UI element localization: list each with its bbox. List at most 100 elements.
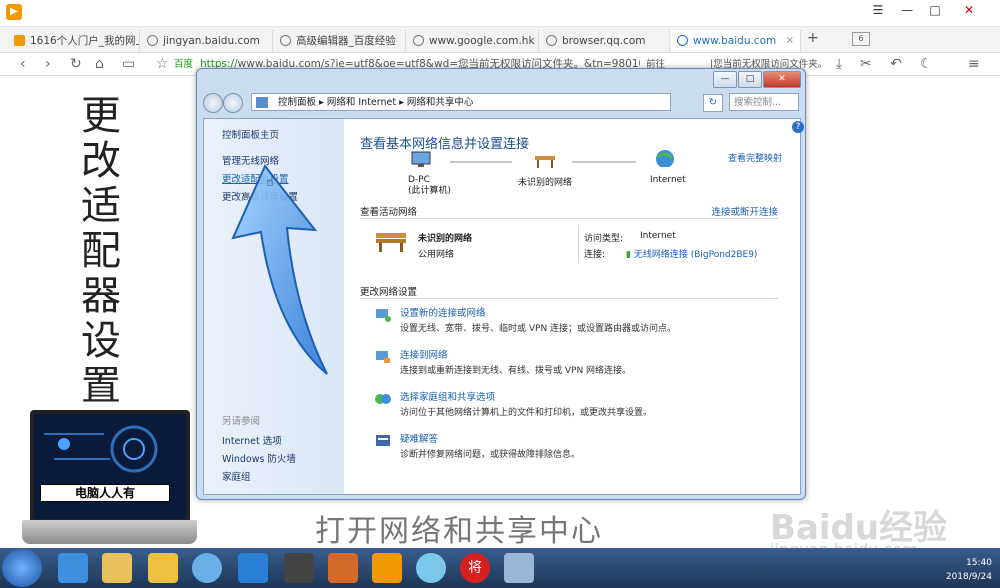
control-panel-icon bbox=[256, 97, 268, 108]
video-icon[interactable] bbox=[284, 553, 314, 583]
new-tab-button[interactable]: + bbox=[807, 30, 819, 46]
minimize-button[interactable]: — bbox=[893, 2, 921, 20]
new-connection-icon bbox=[376, 309, 391, 322]
connect-disconnect-link[interactable]: 连接或断开连接 bbox=[711, 204, 778, 218]
tab-label: jingyan.baidu.com bbox=[163, 35, 260, 47]
cut-icon[interactable]: ✂ bbox=[860, 55, 872, 73]
favorite-icon[interactable]: ☆ bbox=[156, 55, 169, 73]
search-input[interactable]: 搜索控制... bbox=[729, 93, 799, 111]
network-panel-icon[interactable] bbox=[504, 553, 534, 583]
maximize-button[interactable]: □ bbox=[921, 2, 949, 20]
tab-label: browser.qq.com bbox=[562, 35, 646, 47]
browser-logo-icon: ▶ bbox=[6, 4, 22, 20]
orange-app-icon bbox=[14, 35, 25, 46]
tab-google[interactable]: www.google.com.hk bbox=[407, 30, 539, 52]
browser-e-icon[interactable] bbox=[238, 553, 268, 583]
title-char: 适 bbox=[81, 183, 121, 229]
globe-icon bbox=[147, 35, 158, 46]
globe-icon bbox=[280, 35, 291, 46]
menu-button[interactable]: ☰ bbox=[864, 2, 892, 20]
tray-chess-icon[interactable]: 将 bbox=[460, 553, 490, 583]
download-icon[interactable]: ⤓ bbox=[836, 55, 842, 73]
task-new-connection[interactable]: 设置新的连接或网络 bbox=[400, 305, 486, 319]
forward-icon[interactable]: › bbox=[45, 55, 51, 73]
crumb-network-internet[interactable]: 网络和 Internet bbox=[327, 97, 396, 108]
app-icon[interactable] bbox=[416, 553, 446, 583]
tab-baidu[interactable]: www.baidu.com × bbox=[671, 30, 801, 52]
network-type: 公用网络 bbox=[418, 250, 455, 260]
folder-icon[interactable] bbox=[102, 553, 132, 583]
title-char: 改 bbox=[81, 138, 121, 184]
node-internet[interactable]: Internet bbox=[650, 175, 686, 185]
node-pc[interactable]: D-PC (此计算机) bbox=[408, 175, 451, 197]
back-icon[interactable]: ‹ bbox=[20, 55, 26, 73]
tab-label: 1616个人门户_我的网上第 bbox=[30, 35, 139, 47]
refresh-icon[interactable]: ↻ bbox=[703, 94, 723, 112]
media-icon[interactable] bbox=[192, 553, 222, 583]
help-icon[interactable]: ? bbox=[792, 121, 804, 133]
start-button[interactable] bbox=[2, 549, 42, 587]
sidebar-item-internet-options[interactable]: Internet 选项 bbox=[222, 433, 282, 447]
undo-icon[interactable]: ↶ bbox=[890, 55, 902, 73]
task-connect-network[interactable]: 连接到网络 bbox=[400, 347, 448, 361]
sidebar-item-home[interactable]: 控制面板主页 bbox=[222, 127, 279, 141]
tab-qq[interactable]: browser.qq.com bbox=[540, 30, 670, 52]
window-maximize-button[interactable]: □ bbox=[738, 71, 762, 88]
clock-date: 2018/9/24 bbox=[945, 572, 992, 582]
tab-close-icon[interactable]: × bbox=[786, 30, 794, 52]
tab-1616[interactable]: 1616个人门户_我的网上第 bbox=[8, 30, 140, 52]
connection-label: 连接: bbox=[584, 250, 606, 260]
tab-jingyan[interactable]: jingyan.baidu.com bbox=[141, 30, 273, 52]
map-connector bbox=[572, 161, 636, 163]
bench-icon bbox=[376, 233, 406, 252]
tab-label: www.baidu.com bbox=[693, 35, 777, 47]
reader-icon[interactable]: ▭ bbox=[122, 55, 135, 73]
task-troubleshoot-desc: 诊断并修复网络问题，或获得故障排除信息。 bbox=[400, 450, 581, 460]
tab-editor[interactable]: 高级编辑器_百度经验 bbox=[274, 30, 406, 52]
full-map-link[interactable]: 查看完整映射 bbox=[728, 151, 782, 164]
forward-arrow-icon[interactable] bbox=[223, 93, 243, 113]
back-arrow-icon[interactable] bbox=[203, 93, 223, 113]
player-icon[interactable] bbox=[372, 553, 402, 583]
home-icon[interactable]: ⌂ bbox=[95, 55, 104, 73]
crumb-network-center[interactable]: 网络和共享中心 bbox=[407, 97, 474, 108]
tab-count-badge[interactable]: 6 bbox=[852, 32, 870, 46]
divider bbox=[578, 225, 579, 263]
clock[interactable]: 15:40 2018/9/24 bbox=[930, 556, 992, 584]
notes-icon[interactable] bbox=[148, 553, 178, 583]
paint-icon[interactable] bbox=[328, 553, 358, 583]
caption-text: 打开网络和共享中心 bbox=[315, 514, 603, 549]
ie-icon[interactable] bbox=[58, 553, 88, 583]
pointer-arrow-graphic bbox=[231, 164, 328, 375]
wireless-connection-link[interactable]: ▮ 无线网络连接 (BigPond2BE9) bbox=[626, 247, 757, 260]
node-pc-sub: (此计算机) bbox=[408, 186, 452, 196]
crumb-control-panel[interactable]: 控制面板 bbox=[278, 97, 316, 108]
laptop-label: 电脑人人有 bbox=[40, 484, 170, 502]
crumb-separator: ▸ bbox=[319, 97, 327, 108]
sidebar-item-homegroup[interactable]: 家庭组 bbox=[222, 469, 251, 483]
more-icon[interactable]: ≡ bbox=[968, 55, 980, 73]
troubleshoot-icon bbox=[376, 435, 390, 446]
bench-icon bbox=[535, 156, 555, 168]
title-char: 设 bbox=[81, 318, 121, 364]
window-minimize-button[interactable]: — bbox=[713, 71, 737, 88]
breadcrumb[interactable]: 控制面板 ▸ 网络和 Internet ▸ 网络和共享中心 bbox=[251, 93, 671, 111]
sidebar-item-firewall[interactable]: Windows 防火墙 bbox=[222, 451, 296, 465]
change-settings-title: 更改网络设置 bbox=[360, 287, 418, 298]
node-network[interactable]: 未识别的网络 bbox=[518, 175, 572, 188]
task-troubleshoot[interactable]: 疑难解答 bbox=[400, 431, 438, 445]
circuit-graphic bbox=[44, 425, 158, 473]
globe-icon bbox=[546, 35, 557, 46]
window-close-button[interactable]: ✕ bbox=[763, 71, 801, 88]
task-homegroup[interactable]: 选择家庭组和共享选项 bbox=[400, 389, 495, 403]
close-button[interactable]: ✕ bbox=[955, 2, 983, 20]
night-mode-icon[interactable]: ☾ bbox=[920, 55, 933, 73]
see-also-label: 另请参阅 bbox=[222, 416, 261, 427]
reload-icon[interactable]: ↻ bbox=[70, 55, 82, 73]
change-settings-section: 更改网络设置 bbox=[360, 284, 778, 299]
globe-icon bbox=[413, 35, 424, 46]
homegroup-icon bbox=[375, 394, 391, 404]
browser-titlebar: ▶ ☰ — □ ✕ bbox=[0, 0, 1000, 27]
clock-time: 15:40 bbox=[966, 558, 992, 568]
signal-icon: ▮ bbox=[626, 250, 634, 260]
